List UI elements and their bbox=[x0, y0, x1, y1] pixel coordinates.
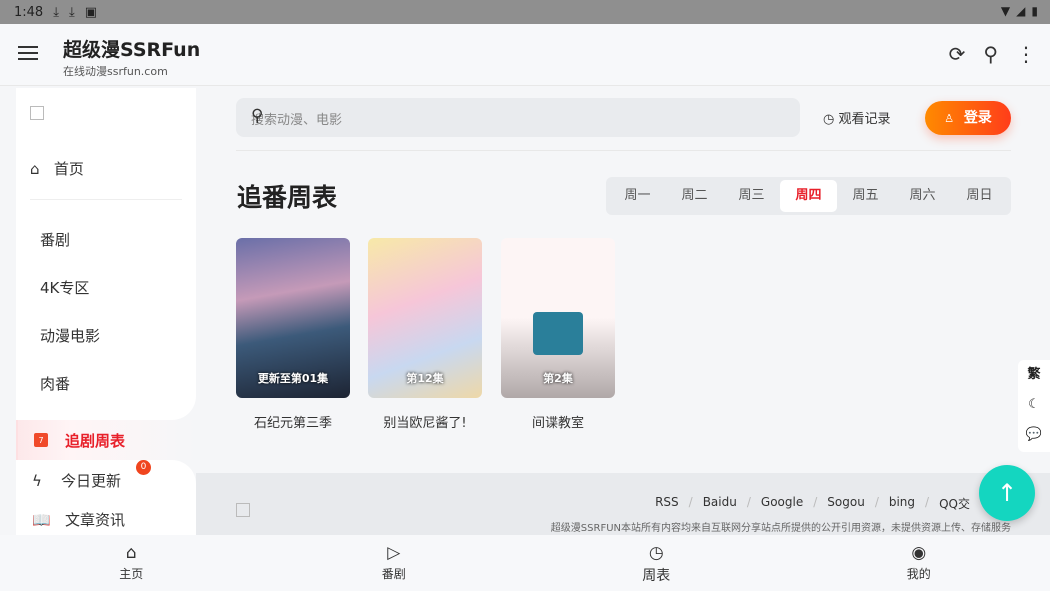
tab-fri[interactable]: 周五 bbox=[837, 180, 894, 212]
search-input[interactable]: 搜索动漫、电影 ⚲ bbox=[236, 98, 800, 137]
dark-mode-icon[interactable]: ☾ bbox=[1018, 390, 1050, 420]
footer-logo bbox=[236, 503, 250, 517]
refresh-icon[interactable]: ⟳ bbox=[949, 42, 966, 66]
nav-home[interactable]: ⌂ 主页 bbox=[0, 535, 263, 591]
sidebar-item-adult[interactable]: 肉番 bbox=[40, 373, 70, 394]
tab-sat[interactable]: 周六 bbox=[894, 180, 951, 212]
traditional-toggle[interactable]: 繁 bbox=[1018, 360, 1050, 390]
sidebar-item-today[interactable]: ϟ 今日更新 bbox=[32, 470, 121, 491]
divider bbox=[236, 150, 1011, 151]
floating-tools: 繁 ☾ 💬 bbox=[1018, 360, 1050, 452]
tab-tue[interactable]: 周二 bbox=[666, 180, 723, 212]
logo-image bbox=[30, 106, 44, 120]
play-icon: ▷ bbox=[387, 543, 401, 563]
history-button[interactable]: ◷ 观看记录 bbox=[823, 108, 891, 127]
anime-card[interactable]: 更新至第01集 石纪元第三季 bbox=[236, 238, 350, 431]
sidebar-lower: ϟ 今日更新 📖 文章资讯 bbox=[16, 460, 196, 535]
home-icon: ⌂ bbox=[125, 543, 137, 563]
page-title: 追番周表 bbox=[237, 183, 338, 212]
search-icon[interactable]: ⚲ bbox=[251, 106, 786, 126]
sidebar-item-home[interactable]: ⌂ 首页 bbox=[30, 158, 84, 179]
footer-note: 超级漫SSRFUN本站所有内容均来自互联网分享站点所提供的公开引用资源，未提供资… bbox=[550, 523, 1011, 534]
nav-profile[interactable]: ◉ 我的 bbox=[788, 535, 1050, 591]
footer-link[interactable]: bing bbox=[889, 495, 915, 512]
anime-title: 间谍教室 bbox=[531, 416, 584, 431]
nav-anime[interactable]: ▷ 番剧 bbox=[263, 535, 526, 591]
sidebar-item-schedule[interactable]: 7 追剧周表 bbox=[16, 420, 196, 460]
anime-title: 别当欧尼酱了! bbox=[383, 416, 467, 431]
anime-title: 石纪元第三季 bbox=[253, 416, 332, 431]
calendar-icon: 7 bbox=[34, 433, 48, 447]
book-icon: 📖 bbox=[32, 511, 51, 529]
app-bar: 超级漫SSRFun 在线动漫ssrfun.com ⟳ ⚲ ⋮ bbox=[0, 24, 1050, 86]
arrow-up-icon: ↑ bbox=[996, 479, 1018, 507]
signal-icon: ◢ bbox=[1016, 4, 1026, 18]
sidebar-item-4k[interactable]: 4K专区 bbox=[40, 277, 89, 298]
bottom-nav: ⌂ 主页 ▷ 番剧 ◷ 周表 ◉ 我的 bbox=[0, 535, 1050, 591]
status-bar: 1:48 ⤓ ⤓ ▣ ▼ ◢ ▮ bbox=[0, 0, 1050, 24]
user-icon: ◉ bbox=[911, 543, 927, 563]
home-icon: ⌂ bbox=[30, 160, 40, 178]
tab-mon[interactable]: 周一 bbox=[609, 180, 666, 212]
today-badge: 0 bbox=[136, 460, 151, 475]
notification-icon: ▣ bbox=[84, 4, 97, 20]
tab-thu[interactable]: 周四 bbox=[780, 180, 837, 212]
sidebar-item-articles[interactable]: 📖 文章资讯 bbox=[32, 509, 125, 530]
download-icon: ⤓ bbox=[68, 4, 75, 20]
poster-image: 第2集 bbox=[501, 238, 615, 398]
footer: RSS / Baidu / Google / Sogou / bing / QQ交 超级漫… bbox=[196, 473, 1050, 535]
status-time: 1:48 bbox=[14, 4, 44, 20]
tab-sun[interactable]: 周日 bbox=[951, 180, 1008, 212]
poster-shape bbox=[533, 312, 583, 355]
footer-link[interactable]: Sogou bbox=[827, 495, 865, 512]
footer-link[interactable]: RSS bbox=[655, 495, 679, 512]
wifi-icon: ▼ bbox=[1000, 4, 1011, 18]
poster-image: 更新至第01集 bbox=[236, 238, 350, 398]
tab-wed[interactable]: 周三 bbox=[723, 180, 780, 212]
login-button[interactable]: ♙ 登录 bbox=[925, 101, 1011, 135]
sidebar-item-anime[interactable]: 番剧 bbox=[40, 229, 70, 250]
search-icon[interactable]: ⚲ bbox=[983, 42, 998, 66]
feedback-icon[interactable]: 💬 bbox=[1018, 420, 1050, 450]
app-subtitle: 在线动漫ssrfun.com bbox=[63, 65, 168, 78]
footer-link[interactable]: Google bbox=[761, 495, 803, 512]
footer-link[interactable]: QQ交 bbox=[939, 495, 970, 512]
day-tabs: 周一 周二 周三 周四 周五 周六 周日 bbox=[606, 177, 1011, 215]
footer-link[interactable]: Baidu bbox=[703, 495, 737, 512]
menu-icon[interactable] bbox=[18, 46, 38, 64]
battery-icon: ▮ bbox=[1031, 4, 1038, 18]
clock-icon: ◷ bbox=[648, 543, 664, 563]
user-icon: ♙ bbox=[944, 112, 955, 125]
anime-card[interactable]: 第2集 间谍教室 bbox=[501, 238, 615, 431]
nav-schedule[interactable]: ◷ 周表 bbox=[525, 535, 788, 591]
download-icon: ⤓ bbox=[53, 4, 59, 20]
divider bbox=[30, 199, 182, 200]
clock-icon: ◷ bbox=[823, 112, 835, 127]
app-title: 超级漫SSRFun bbox=[63, 39, 201, 61]
scroll-top-button[interactable]: ↑ bbox=[979, 465, 1035, 521]
more-icon[interactable]: ⋮ bbox=[1016, 42, 1036, 66]
poster-image: 第12集 bbox=[368, 238, 482, 398]
sidebar-item-movies[interactable]: 动漫电影 bbox=[40, 325, 100, 346]
anime-card[interactable]: 第12集 别当欧尼酱了! bbox=[368, 238, 482, 431]
lightning-icon: ϟ bbox=[32, 472, 42, 490]
sidebar: ⌂ 首页 番剧 4K专区 动漫电影 肉番 bbox=[16, 88, 196, 420]
